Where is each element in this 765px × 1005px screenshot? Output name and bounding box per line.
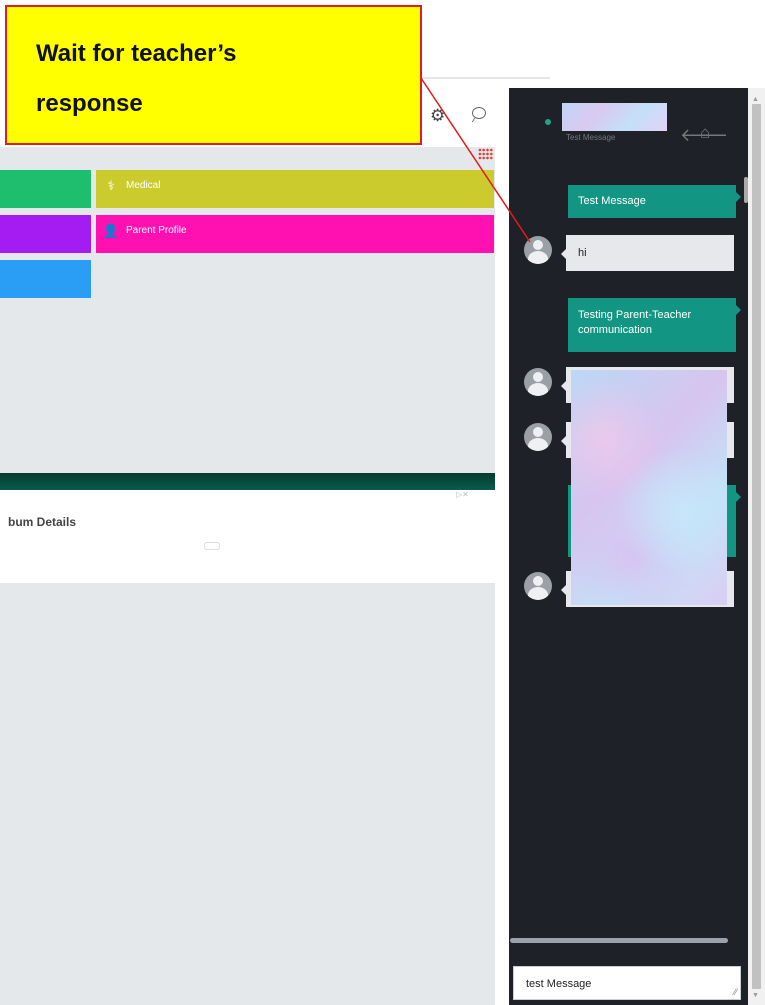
message-input-value: test Message [526,978,592,990]
album-card-header [0,473,495,490]
top-divider [420,77,550,79]
chat-subtitle: Test Message [566,133,616,142]
user-icon: 👤 [102,223,120,238]
tile-green[interactable] [0,170,91,208]
online-status-dot [545,119,551,125]
avatar [524,572,552,600]
contact-name-redacted [562,103,667,131]
tile-medical-label: Medical [126,180,161,191]
gear-icon[interactable]: ⚙ [430,107,445,124]
message-incoming: hi [561,235,734,271]
tile-parent-profile[interactable]: 👤 Parent Profile [96,215,494,253]
avatar [524,423,552,451]
chat-horizontal-scrollbar[interactable] [510,938,728,943]
chat-icon[interactable] [472,107,486,119]
message-input[interactable]: test Message ⁄⁄ [513,966,741,1000]
home-icon[interactable]: ⌂ [700,124,710,142]
message-text: Test Message [578,195,646,207]
message-text: hi [578,247,587,259]
redacted-messages [571,370,727,605]
chat-scroll-indicator[interactable] [744,177,748,203]
annotation-line-2: response [36,90,143,117]
tile-parent-profile-label: Parent Profile [126,225,187,236]
message-outgoing: Test Message [568,185,741,218]
resize-handle-icon[interactable]: ⁄⁄ [734,987,737,997]
album-card [0,490,495,583]
message-outgoing: Testing Parent-Teacher communication [568,298,741,352]
avatar [524,236,552,264]
ad-close-icon[interactable]: ▷✕ [456,490,469,499]
annotation-line-1: Wait for teacher’s [36,40,237,67]
apps-grid-icon[interactable] [478,148,493,160]
tile-purple[interactable] [0,215,91,253]
scrollbar-thumb[interactable] [752,104,761,989]
message-text: Testing Parent-Teacher communication [578,309,692,336]
annotation-callout: Wait for teacher’s response [5,5,422,145]
tile-blue[interactable] [0,260,91,298]
scroll-down-arrow-icon[interactable]: ▼ [752,992,759,999]
tile-medical[interactable]: ⚕ Medical [96,170,494,208]
carousel-indicator[interactable] [204,542,220,550]
album-details-title: bum Details [8,515,77,529]
scroll-up-arrow-icon[interactable]: ▲ [752,96,759,103]
stethoscope-icon: ⚕ [107,178,115,193]
annotation-text: Wait for teacher’s response [36,29,396,129]
avatar [524,368,552,396]
